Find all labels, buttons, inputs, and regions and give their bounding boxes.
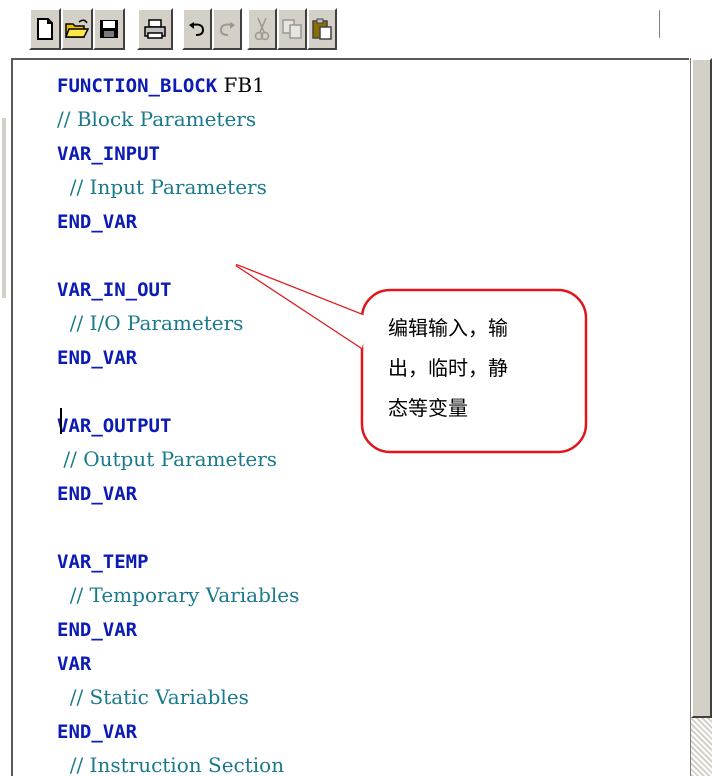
code-line: // I/O Parameters	[57, 306, 244, 340]
code-comment: // Block Parameters	[57, 107, 257, 131]
code-line: // Temporary Variables	[57, 578, 300, 612]
text-caret	[60, 408, 62, 434]
code-line: // Static Variables	[57, 680, 249, 714]
print-icon	[144, 19, 166, 39]
code-keyword: VAR_IN_OUT	[57, 279, 172, 301]
code-line: VAR_INPUT	[57, 136, 160, 170]
callout-text: 编辑输入，输 出，临时，静 态等变量	[388, 316, 508, 420]
code-keyword: VAR_OUTPUT	[57, 415, 172, 437]
code-keyword: END_VAR	[57, 211, 138, 233]
code-line: // Input Parameters	[57, 170, 267, 204]
code-comment: // Output Parameters	[57, 447, 278, 471]
code-line: // Instruction Section	[57, 748, 284, 776]
code-keyword: VAR	[57, 653, 92, 675]
code-keyword: END_VAR	[57, 347, 138, 369]
paste-icon	[312, 18, 332, 40]
redo-icon	[219, 22, 235, 36]
code-line: END_VAR	[57, 476, 137, 510]
code-line: VAR_IN_OUT	[57, 272, 171, 306]
code-line: VAR_TEMP	[57, 544, 149, 578]
open-folder-icon	[64, 19, 90, 38]
code-line: // Output Parameters	[57, 442, 277, 476]
redo-button[interactable]	[212, 8, 242, 50]
code-comment: // I/O Parameters	[57, 311, 244, 335]
code-comment: // Static Variables	[57, 685, 249, 709]
new-document-icon	[37, 18, 53, 40]
toolbar	[0, 0, 712, 58]
open-button[interactable]	[61, 8, 93, 50]
print-button[interactable]	[137, 8, 173, 50]
save-disk-icon	[100, 20, 118, 38]
copy-icon	[282, 19, 302, 39]
scrollbar-thumb[interactable]	[691, 58, 712, 718]
cut-icon	[254, 17, 270, 41]
new-document-button[interactable]	[29, 8, 61, 50]
code-line: VAR	[57, 646, 91, 680]
code-keyword: VAR_INPUT	[57, 143, 160, 165]
code-comment: // Instruction Section	[57, 753, 285, 776]
code-line: FUNCTION_BLOCK FB1	[57, 68, 265, 102]
code-keyword: END_VAR	[57, 619, 138, 641]
save-button[interactable]	[93, 8, 125, 50]
code-line: END_VAR	[57, 340, 137, 374]
code-text: FB1	[217, 73, 265, 97]
code-line: END_VAR	[57, 714, 137, 748]
code-comment: // Temporary Variables	[57, 583, 300, 607]
toolbar-separator	[659, 10, 663, 38]
paste-button[interactable]	[307, 8, 337, 50]
cut-button[interactable]	[247, 8, 277, 50]
code-comment: // Input Parameters	[57, 175, 267, 199]
code-line: END_VAR	[57, 612, 137, 646]
copy-button[interactable]	[277, 8, 307, 50]
undo-icon	[189, 22, 205, 36]
vertical-scrollbar[interactable]	[690, 58, 712, 776]
code-line: // Block Parameters	[57, 102, 256, 136]
scrollbar-track[interactable]	[691, 718, 712, 776]
left-margin	[0, 58, 8, 776]
code-keyword: END_VAR	[57, 483, 138, 505]
code-keyword: END_VAR	[57, 721, 138, 743]
code-editor[interactable]: FUNCTION_BLOCK FB1 // Block Parameters V…	[11, 58, 689, 776]
code-line: VAR_OUTPUT	[57, 408, 171, 442]
code-line: END_VAR	[57, 204, 137, 238]
code-keyword: VAR_TEMP	[57, 551, 149, 573]
undo-button[interactable]	[182, 8, 212, 50]
code-keyword: FUNCTION_BLOCK	[57, 75, 218, 97]
